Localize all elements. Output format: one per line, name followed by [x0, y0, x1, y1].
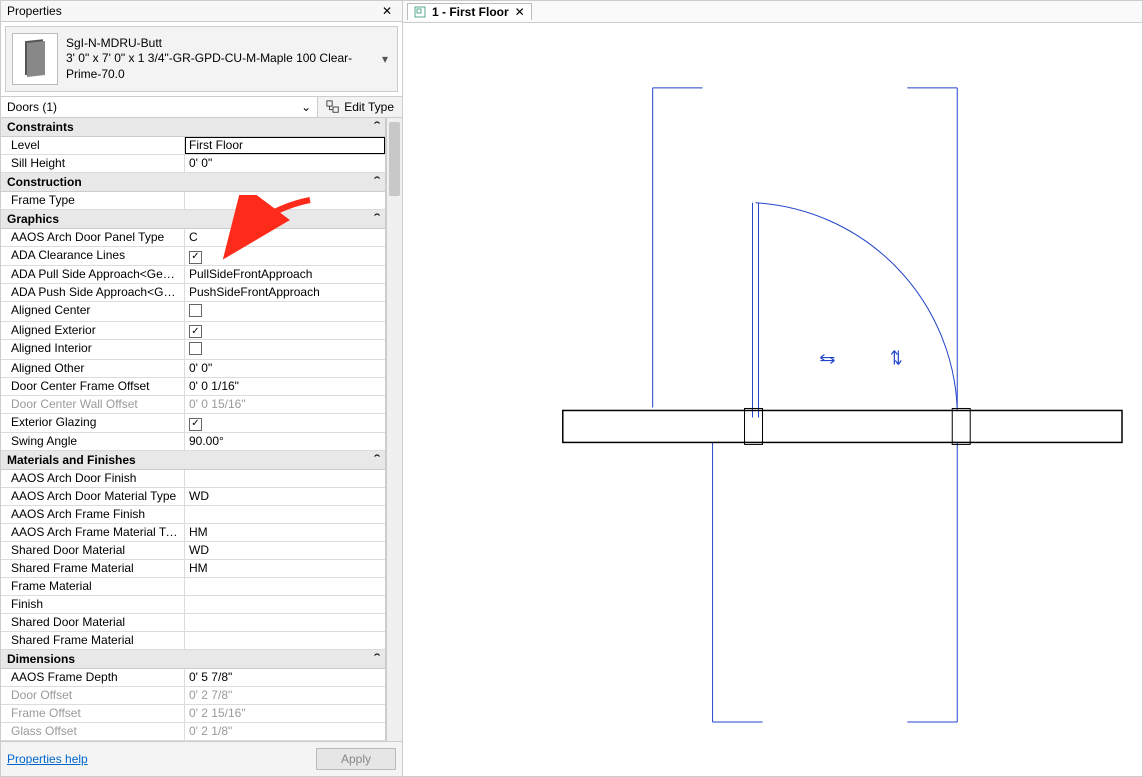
filter-label: Doors (1) [7, 100, 57, 114]
shared-door-material-2-value[interactable] [185, 614, 385, 631]
prop-label: Aligned Center [1, 302, 185, 321]
chevron-down-icon: ⌄ [301, 100, 311, 114]
arch-door-material-type-value[interactable]: WD [185, 488, 385, 505]
panel-title: Properties [7, 4, 62, 18]
prop-label: Exterior Glazing [1, 414, 185, 432]
prop-label: Finish [1, 596, 185, 613]
panel-type-value[interactable]: C [185, 229, 385, 246]
door-center-wall-offset-value: 0' 0 15/16" [185, 396, 385, 413]
prop-label: Level [1, 137, 185, 154]
prop-label: Wall Thickness [1, 741, 185, 742]
section-construction[interactable]: Constructionˆ [1, 173, 385, 192]
prop-label: Shared Frame Material [1, 632, 185, 649]
arch-frame-material-type-value[interactable]: HM [185, 524, 385, 541]
door-offset-value: 0' 2 7/8" [185, 687, 385, 704]
collapse-icon[interactable]: ˆ [374, 653, 380, 665]
collapse-icon[interactable]: ˆ [374, 213, 380, 225]
prop-label: Aligned Other [1, 360, 185, 377]
frame-offset-value: 0' 2 15/16" [185, 705, 385, 722]
type-dropdown-icon[interactable]: ▾ [379, 52, 391, 66]
apply-button[interactable]: Apply [316, 748, 396, 770]
view-tab[interactable]: 1 - First Floor ✕ [407, 3, 532, 20]
glass-offset-value: 0' 2 1/8" [185, 723, 385, 740]
prop-label: AAOS Arch Door Panel Type [1, 229, 185, 246]
aligned-other-value[interactable]: 0' 0" [185, 360, 385, 377]
aligned-interior-checkbox[interactable] [185, 340, 385, 359]
prop-label: Shared Door Material [1, 614, 185, 631]
prop-label: ADA Clearance Lines [1, 247, 185, 265]
prop-label: ADA Pull Side Approach<Gene... [1, 266, 185, 283]
shared-door-material-value[interactable]: WD [185, 542, 385, 559]
swing-angle-value[interactable]: 90.00° [185, 433, 385, 450]
prop-label: AAOS Arch Door Material Type [1, 488, 185, 505]
collapse-icon[interactable]: ˆ [374, 121, 380, 133]
scrollbar-thumb[interactable] [389, 122, 400, 196]
section-graphics[interactable]: Graphicsˆ [1, 210, 385, 229]
prop-label: ADA Push Side Approach<Gen... [1, 284, 185, 301]
type-thumbnail [12, 33, 58, 85]
arch-frame-finish-value[interactable] [185, 506, 385, 523]
prop-label: Door Center Frame Offset [1, 378, 185, 395]
drawing-canvas[interactable] [403, 23, 1142, 776]
prop-label: Frame Material [1, 578, 185, 595]
aligned-center-checkbox[interactable] [185, 302, 385, 321]
prop-label: Aligned Interior [1, 340, 185, 359]
arch-door-finish-value[interactable] [185, 470, 385, 487]
shared-frame-material-2-value[interactable] [185, 632, 385, 649]
prop-label: AAOS Arch Frame Material Type [1, 524, 185, 541]
prop-label: Glass Offset [1, 723, 185, 740]
prop-label: AAOS Frame Depth [1, 669, 185, 686]
door-center-frame-offset-value[interactable]: 0' 0 1/16" [185, 378, 385, 395]
frame-type-value[interactable] [185, 192, 385, 209]
section-dimensions[interactable]: Dimensionsˆ [1, 650, 385, 669]
ada-clearance-checkbox[interactable] [185, 247, 385, 265]
type-dimensions: 3' 0" x 7' 0" x 1 3/4"-GR-GPD-CU-M-Maple… [66, 51, 379, 82]
section-materials[interactable]: Materials and Finishesˆ [1, 451, 385, 470]
prop-label: Shared Frame Material [1, 560, 185, 577]
finish-value[interactable] [185, 596, 385, 613]
prop-label: Sill Height [1, 155, 185, 172]
category-filter-dropdown[interactable]: Doors (1) ⌄ [1, 97, 318, 117]
tab-label: 1 - First Floor [432, 5, 509, 19]
prop-label: Shared Door Material [1, 542, 185, 559]
door-plan-drawing [403, 23, 1142, 777]
wall-thickness-value: 0' 7 1/4" [185, 741, 385, 742]
properties-help-link[interactable]: Properties help [7, 752, 88, 766]
collapse-icon[interactable]: ˆ [374, 176, 380, 188]
level-value[interactable]: First Floor [185, 137, 385, 154]
close-properties-icon[interactable]: ✕ [378, 4, 396, 18]
exterior-glazing-checkbox[interactable] [185, 414, 385, 432]
frame-depth-value[interactable]: 0' 5 7/8" [185, 669, 385, 686]
prop-label: Door Center Wall Offset [1, 396, 185, 413]
type-selector[interactable]: SgI-N-MDRU-Butt 3' 0" x 7' 0" x 1 3/4"-G… [5, 26, 398, 92]
edit-type-icon [326, 100, 340, 114]
prop-label: Door Offset [1, 687, 185, 704]
edit-type-button[interactable]: Edit Type [318, 97, 402, 117]
shared-frame-material-value[interactable]: HM [185, 560, 385, 577]
sill-height-value[interactable]: 0' 0" [185, 155, 385, 172]
prop-label: Frame Type [1, 192, 185, 209]
push-side-value[interactable]: PushSideFrontApproach [185, 284, 385, 301]
pull-side-value[interactable]: PullSideFrontApproach [185, 266, 385, 283]
prop-label: AAOS Arch Door Finish [1, 470, 185, 487]
prop-label: Swing Angle [1, 433, 185, 450]
aligned-exterior-checkbox[interactable] [185, 322, 385, 340]
properties-grid: Constraintsˆ LevelFirst Floor Sill Heigh… [1, 118, 386, 741]
prop-label: AAOS Arch Frame Finish [1, 506, 185, 523]
tab-close-icon[interactable]: ✕ [515, 5, 525, 19]
prop-label: Frame Offset [1, 705, 185, 722]
scrollbar[interactable] [386, 118, 402, 741]
prop-label: Aligned Exterior [1, 322, 185, 340]
collapse-icon[interactable]: ˆ [374, 454, 380, 466]
frame-material-value[interactable] [185, 578, 385, 595]
section-constraints[interactable]: Constraintsˆ [1, 118, 385, 137]
type-name: SgI-N-MDRU-Butt [66, 36, 379, 52]
floorplan-icon [414, 6, 426, 18]
